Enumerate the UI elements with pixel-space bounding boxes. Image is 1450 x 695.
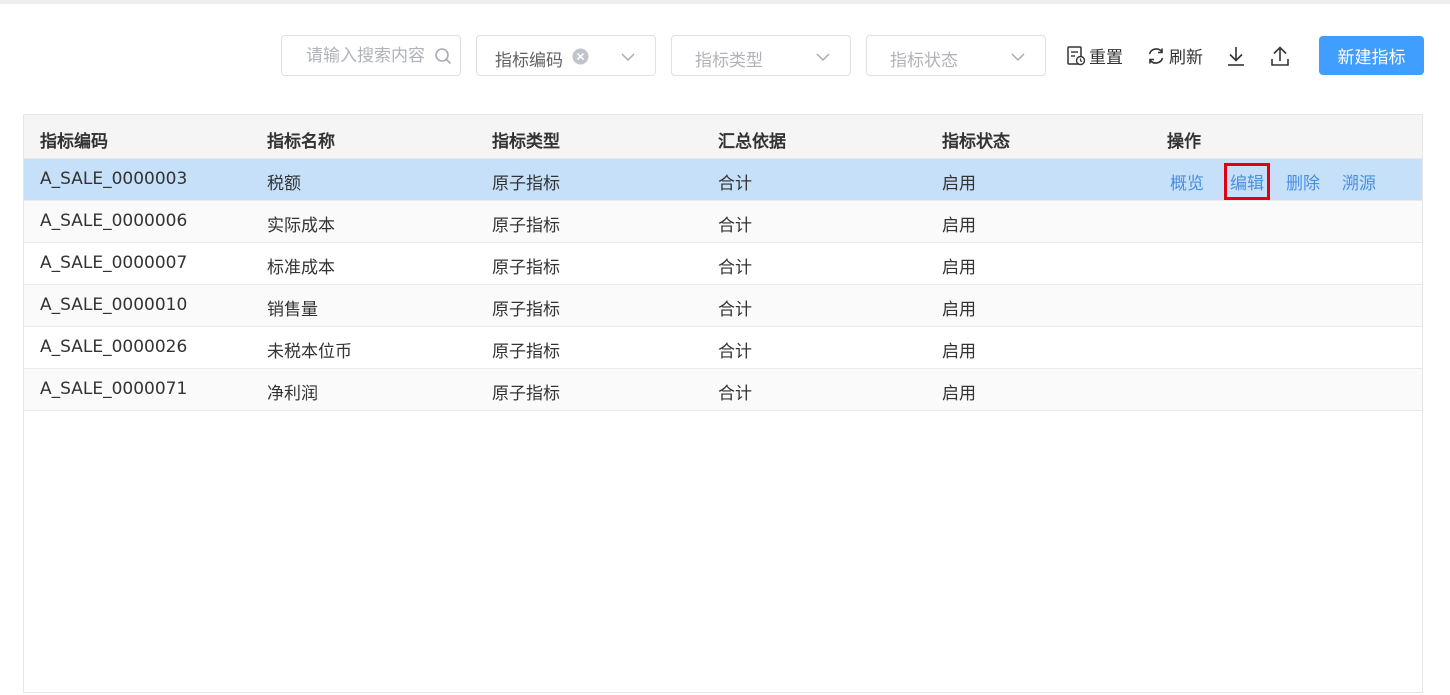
header-status[interactable]: 指标状态 [942,127,1010,152]
cell-status: 启用 [942,216,976,236]
type-filter-select[interactable]: 指标类型 [671,35,851,76]
cell-type: 原子指标 [492,342,560,362]
search-input[interactable] [306,36,436,75]
table-row[interactable]: A_SALE_0000006 实际成本 原子指标 合计 启用 [24,201,1422,243]
new-metric-button[interactable]: 新建指标 [1319,36,1424,75]
refresh-icon [1148,47,1164,64]
header-code[interactable]: 指标编码 [40,127,108,152]
code-filter-value: 指标编码 [495,51,563,71]
table-row[interactable]: A_SALE_0000007 标准成本 原子指标 合计 启用 [24,243,1422,285]
chevron-down-icon [621,53,635,62]
type-filter-placeholder: 指标类型 [695,51,763,71]
refresh-button[interactable]: 刷新 [1145,43,1203,68]
search-icon[interactable] [434,47,452,65]
reset-label: 重置 [1089,48,1123,68]
cell-code: A_SALE_0000006 [40,211,188,231]
cell-aggregation: 合计 [718,174,752,194]
cell-name: 净利润 [267,384,318,404]
status-filter-placeholder: 指标状态 [890,51,958,71]
refresh-label: 刷新 [1169,48,1203,68]
reset-icon [1067,45,1086,65]
cell-name: 销售量 [267,300,318,320]
status-filter-select[interactable]: 指标状态 [866,35,1046,76]
cell-status: 启用 [942,384,976,404]
table-row[interactable]: A_SALE_0000071 净利润 原子指标 合计 启用 [24,369,1422,411]
cell-code: A_SALE_0000003 [40,169,188,189]
cell-status: 启用 [942,342,976,362]
cell-aggregation: 合计 [718,342,752,362]
table-row[interactable]: A_SALE_0000026 未税本位币 原子指标 合计 启用 [24,327,1422,369]
header-name[interactable]: 指标名称 [267,127,335,152]
table-row[interactable]: A_SALE_0000003 税额 原子指标 合计 启用 概览 编辑 删除 溯源 [24,159,1422,201]
cell-type: 原子指标 [492,216,560,236]
top-divider [0,0,1450,4]
table-header: 指标编码 指标名称 指标类型 汇总依据 指标状态 操作 [24,115,1422,159]
cell-status: 启用 [942,258,976,278]
download-icon[interactable] [1225,45,1247,67]
cell-type: 原子指标 [492,300,560,320]
cell-aggregation: 合计 [718,384,752,404]
cell-status: 启用 [942,174,976,194]
header-aggregation[interactable]: 汇总依据 [718,127,786,152]
cell-status: 启用 [942,300,976,320]
cell-code: A_SALE_0000071 [40,379,188,399]
cell-code: A_SALE_0000007 [40,253,188,273]
clear-icon[interactable] [572,48,589,65]
cell-aggregation: 合计 [718,300,752,320]
overview-link[interactable]: 概览 [1170,169,1204,194]
row-actions: 概览 编辑 删除 溯源 [1170,163,1398,200]
cell-type: 原子指标 [492,258,560,278]
metrics-table: 指标编码 指标名称 指标类型 汇总依据 指标状态 操作 A_SALE_00000… [23,114,1423,693]
cell-aggregation: 合计 [718,216,752,236]
cell-name: 实际成本 [267,216,335,236]
delete-link[interactable]: 删除 [1286,169,1320,194]
cell-name: 未税本位币 [267,342,352,362]
cell-code: A_SALE_0000010 [40,295,188,315]
chevron-down-icon [816,53,830,62]
search-box [281,35,461,76]
cell-name: 税额 [267,174,301,194]
toolbar: 指标编码 指标类型 指标状态 重置 [281,35,1313,76]
cell-aggregation: 合计 [718,258,752,278]
chevron-down-icon [1011,53,1025,62]
upload-icon[interactable] [1269,45,1291,67]
cell-type: 原子指标 [492,384,560,404]
code-filter-select[interactable]: 指标编码 [476,35,656,76]
reset-button[interactable]: 重置 [1065,43,1123,68]
cell-name: 标准成本 [267,258,335,278]
header-type[interactable]: 指标类型 [492,127,560,152]
header-actions: 操作 [1167,132,1201,152]
cell-type: 原子指标 [492,174,560,194]
table-row[interactable]: A_SALE_0000010 销售量 原子指标 合计 启用 [24,285,1422,327]
edit-link[interactable]: 编辑 [1224,163,1270,200]
trace-link[interactable]: 溯源 [1342,169,1376,194]
cell-code: A_SALE_0000026 [40,337,188,357]
